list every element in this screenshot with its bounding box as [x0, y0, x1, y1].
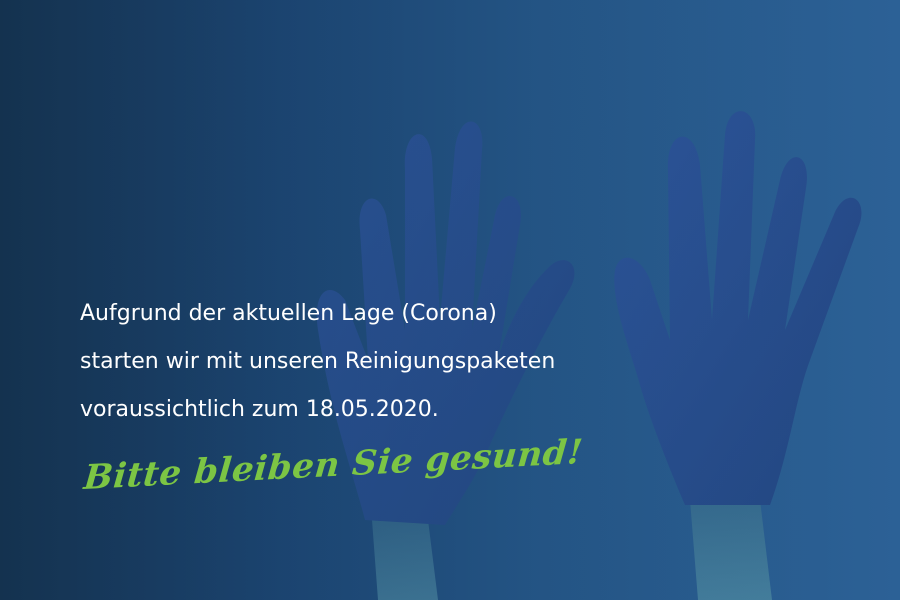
announcement-banner: Aufgrund der aktuellen Lage (Corona) sta…: [0, 0, 900, 600]
corona-notice: Aufgrund der aktuellen Lage (Corona) sta…: [80, 290, 800, 434]
notice-line-3: voraussichtlich zum 18.05.2020.: [80, 397, 439, 422]
notice-line-2: starten wir mit unseren Reinigungspakete…: [80, 349, 556, 374]
notice-line-1: Aufgrund der aktuellen Lage (Corona): [80, 301, 497, 326]
